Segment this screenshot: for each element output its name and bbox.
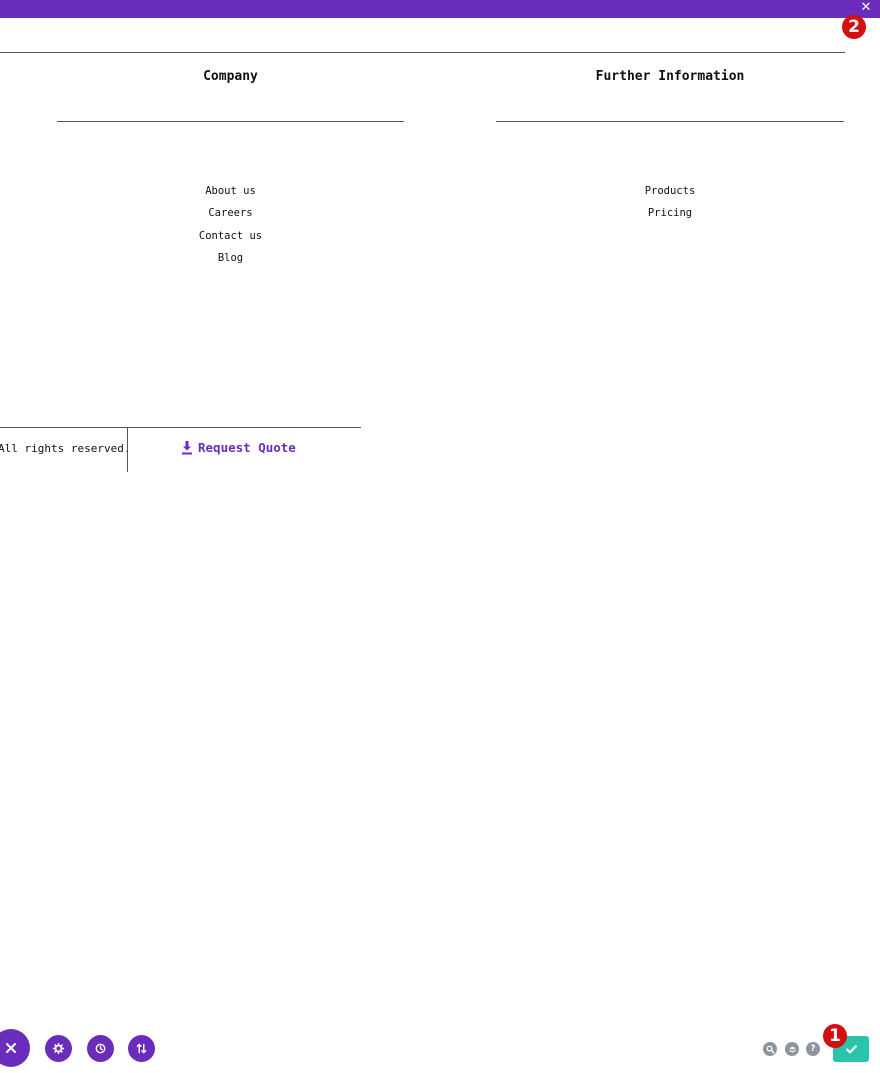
column-title-company: Company — [203, 69, 258, 84]
divider-footer — [0, 427, 361, 428]
builder-close-button[interactable] — [0, 1029, 30, 1067]
zoom-icon — [766, 1045, 774, 1053]
company-links: About us Careers Contact us Blog — [57, 180, 404, 269]
divider-further — [496, 121, 844, 122]
close-icon[interactable]: ✕ — [858, 0, 874, 16]
divider-top — [0, 52, 845, 53]
copyright-text: All rights reserved. — [0, 442, 131, 455]
history-icon — [95, 1043, 106, 1054]
gear-icon — [53, 1043, 64, 1054]
further-information-links: Products Pricing — [496, 180, 844, 225]
link-blog[interactable]: Blog — [57, 247, 404, 269]
request-quote-button[interactable]: Request Quote — [181, 440, 296, 455]
divider-company — [57, 121, 404, 122]
builder-history-button[interactable] — [87, 1035, 114, 1062]
layers-icon — [788, 1046, 796, 1053]
link-products[interactable]: Products — [496, 180, 844, 202]
zoom-button[interactable] — [763, 1042, 777, 1056]
layers-button[interactable] — [785, 1042, 799, 1056]
link-about-us[interactable]: About us — [57, 180, 404, 202]
column-title-further-information: Further Information — [595, 69, 745, 84]
help-button[interactable]: ? — [806, 1042, 820, 1056]
help-icon: ? — [810, 1044, 816, 1054]
request-quote-label: Request Quote — [198, 440, 296, 455]
link-careers[interactable]: Careers — [57, 202, 404, 224]
download-icon — [182, 440, 192, 454]
check-icon — [845, 1044, 857, 1053]
annotation-badge-1: 1 — [823, 1024, 847, 1048]
annotation-badge-2: 2 — [842, 15, 866, 39]
builder-settings-button[interactable] — [45, 1035, 72, 1062]
close-icon — [6, 1043, 16, 1053]
footer-vertical-divider — [127, 428, 128, 472]
sort-icon — [136, 1043, 147, 1054]
builder-portability-button[interactable] — [128, 1035, 155, 1062]
link-pricing[interactable]: Pricing — [496, 202, 844, 224]
link-contact-us[interactable]: Contact us — [57, 225, 404, 247]
top-admin-bar: ✕ — [0, 0, 880, 18]
